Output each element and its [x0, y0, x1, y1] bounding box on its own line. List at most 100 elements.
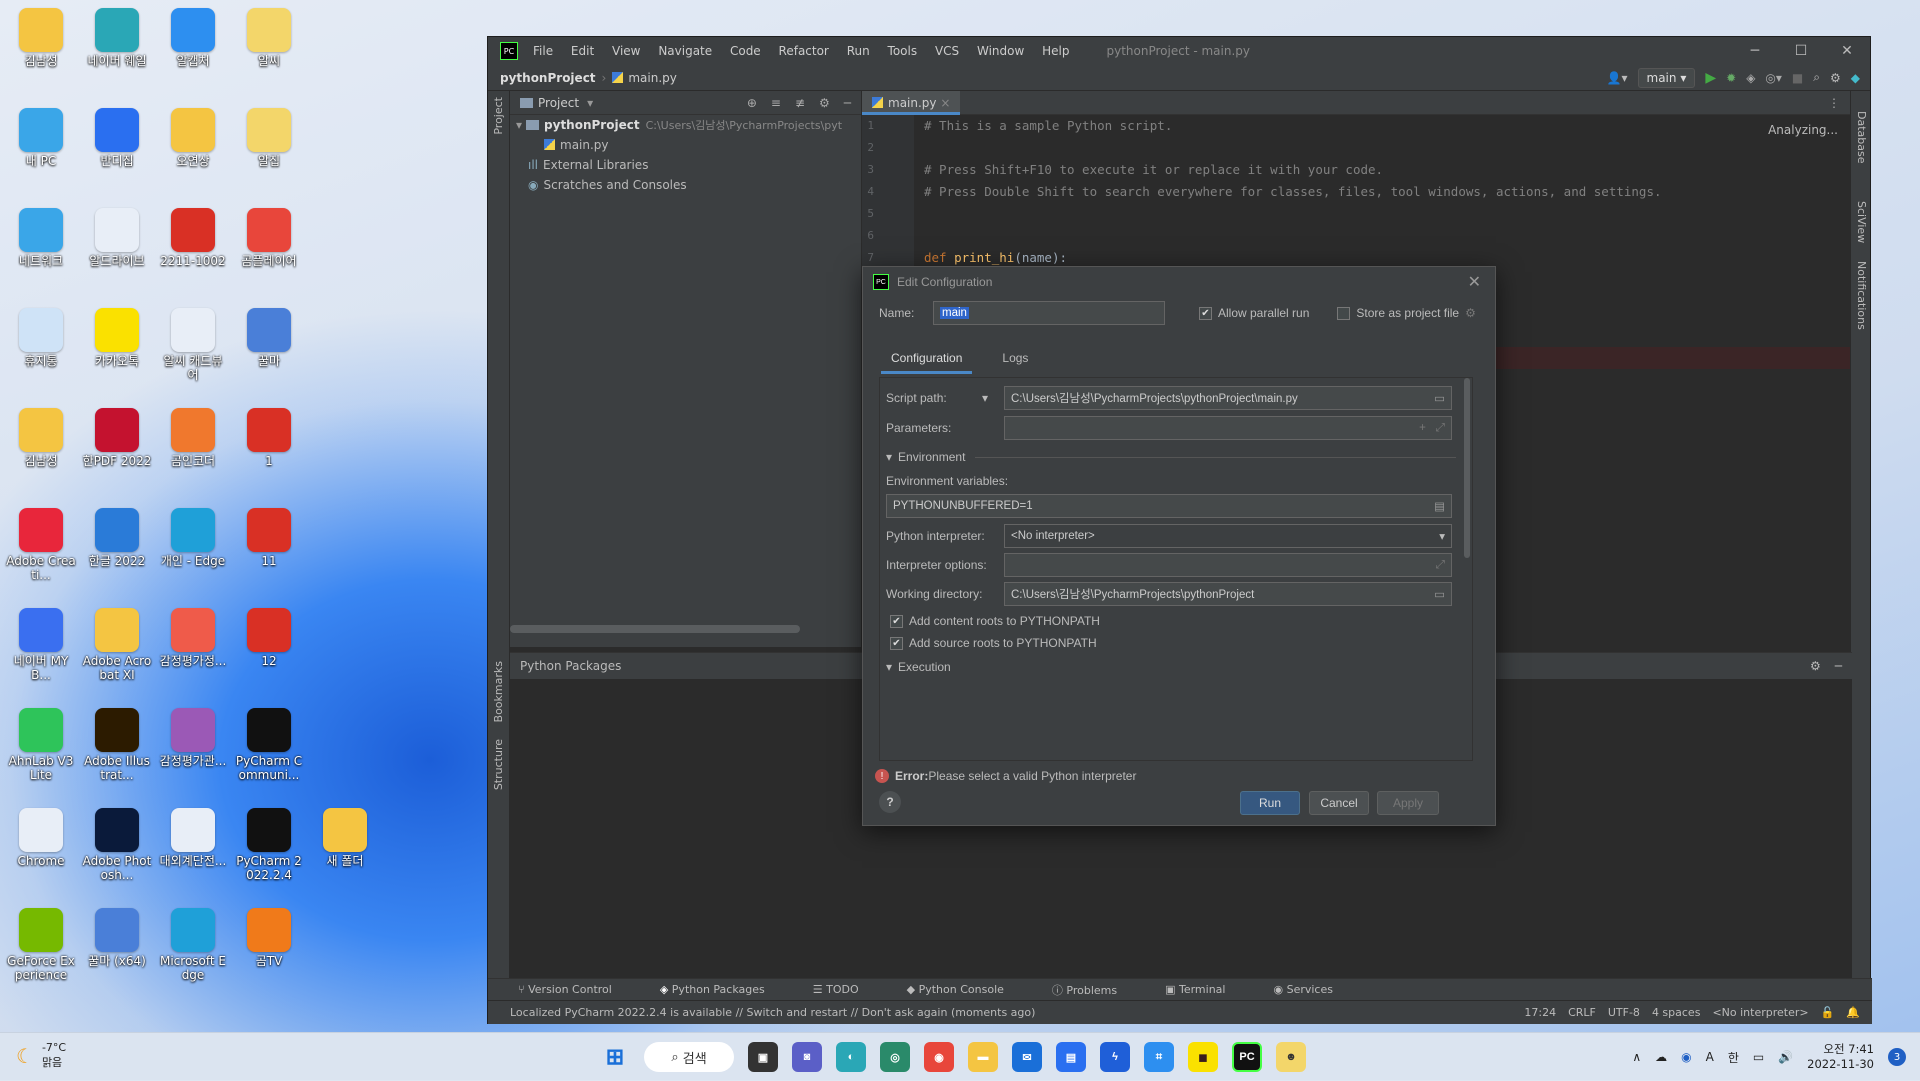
project-panel-title[interactable]: Project [538, 96, 579, 110]
status-indent[interactable]: 4 spaces [1652, 1006, 1701, 1019]
desktop-icon[interactable]: 개인 - Edge [158, 506, 228, 602]
tool-tab-problems[interactable]: ⓘ Problems [1052, 982, 1141, 998]
menu-navigate[interactable]: Navigate [658, 44, 712, 58]
desktop-icon[interactable]: 한글 2022 [82, 506, 152, 602]
stop-icon[interactable]: ■ [1792, 71, 1803, 85]
user-icon[interactable]: 👤▾ [1607, 71, 1628, 85]
execution-collapse-icon[interactable]: ▾ [886, 660, 892, 674]
ime-mode[interactable]: A [1706, 1050, 1714, 1064]
status-caret-position[interactable]: 17:24 [1524, 1006, 1556, 1019]
chevron-down-icon[interactable]: ▾ [587, 96, 593, 110]
desktop-icon[interactable]: 한PDF 2022 [82, 406, 152, 502]
menu-tools[interactable]: Tools [888, 44, 918, 58]
script-type-dropdown[interactable]: ▾ [982, 391, 1004, 405]
notepad-icon[interactable]: ▤ [1056, 1042, 1086, 1072]
desktop-icon[interactable]: 대외계단전... [158, 806, 228, 902]
run-button[interactable]: Run [1240, 791, 1300, 815]
environment-collapse-icon[interactable]: ▾ [886, 450, 892, 464]
desktop-icon[interactable]: 새 폴더 [310, 806, 380, 902]
menu-edit[interactable]: Edit [571, 44, 594, 58]
tree-external-libraries[interactable]: ıll External Libraries [510, 155, 861, 175]
breadcrumb-file[interactable]: main.py [612, 71, 677, 85]
content-roots-checkbox[interactable]: ✔ [890, 614, 903, 628]
weather-widget[interactable]: ☾ -7°C 맑음 [16, 1041, 66, 1070]
interpreter-options-input[interactable]: ⤢ [1004, 553, 1452, 577]
jetbrains-toolbox-icon[interactable]: ◆ [1851, 71, 1860, 85]
desktop-icon[interactable]: 곰플레이어 [234, 206, 304, 302]
menu-window[interactable]: Window [977, 44, 1024, 58]
minimize-button[interactable]: ─ [1732, 43, 1778, 59]
desktop-icon[interactable]: 1 [234, 406, 304, 502]
status-notifications-icon[interactable]: 🔔 [1846, 1006, 1860, 1019]
kakaotalk-icon[interactable]: ◼ [1188, 1042, 1218, 1072]
desktop-icon[interactable]: 네이버 웨일 [82, 6, 152, 102]
taskbar-search[interactable]: ⌕ 검색 [644, 1042, 734, 1072]
locate-icon[interactable]: ⊕ [747, 96, 757, 110]
status-message[interactable]: Localized PyCharm 2022.2.4 is available … [510, 1006, 1035, 1019]
tool-tab-version-control[interactable]: ⑂ Version Control [518, 983, 636, 996]
dialog-close-icon[interactable]: ✕ [1468, 272, 1481, 292]
interpreter-select[interactable]: <No interpreter> ▾ [1004, 524, 1452, 548]
edge-profile-icon[interactable]: ◎ [880, 1042, 910, 1072]
horizontal-scrollbar[interactable] [510, 625, 800, 633]
menu-file[interactable]: File [533, 44, 553, 58]
panel-settings-icon[interactable]: ⚙ [819, 96, 830, 110]
desktop-icon[interactable]: 네이버 MYB... [6, 606, 76, 702]
whale-browser-icon[interactable]: ◐ [836, 1042, 866, 1072]
start-button[interactable]: ⊞ [600, 1042, 630, 1072]
pycharm-taskbar-icon[interactable]: PC [1232, 1042, 1262, 1072]
menu-refactor[interactable]: Refactor [779, 44, 829, 58]
desktop-icon[interactable]: 2211-1002 [158, 206, 228, 302]
tool-tab-python-console[interactable]: ◆ Python Console [907, 983, 1028, 996]
close-tab-icon[interactable]: × [940, 96, 950, 110]
env-vars-input[interactable]: PYTHONUNBUFFERED=1 ▤ [886, 494, 1452, 518]
task-view-icon[interactable]: ▣ [748, 1042, 778, 1072]
tool-tab-terminal[interactable]: ▣ Terminal [1165, 983, 1249, 996]
desktop-icon[interactable]: Chrome [6, 806, 76, 902]
add-macro-icon[interactable]: + [1419, 422, 1426, 434]
tool-tab-todo[interactable]: ☰ TODO [813, 983, 883, 996]
status-encoding[interactable]: UTF-8 [1608, 1006, 1640, 1019]
coverage-icon[interactable]: ◈ [1746, 71, 1755, 85]
ime-language[interactable]: 한 [1728, 1049, 1739, 1066]
desktop-icon[interactable]: 네트워크 [6, 206, 76, 302]
alsee-icon[interactable]: ☻ [1276, 1042, 1306, 1072]
lock-icon[interactable]: 🔓 [1821, 1006, 1835, 1019]
store-project-checkbox[interactable] [1337, 306, 1351, 320]
execution-section-label[interactable]: Execution [898, 660, 951, 674]
desktop-icon[interactable]: PyCharm 2022.2.4 [234, 806, 304, 902]
desktop-icon[interactable]: GeForce Experience [6, 906, 76, 1002]
sciview-tool-tab[interactable]: SciView [1855, 201, 1868, 243]
security-icon[interactable]: ◉ [1681, 1050, 1691, 1064]
database-tool-tab[interactable]: Database [1855, 111, 1868, 164]
desktop-icon[interactable]: 11 [234, 506, 304, 602]
mail-icon[interactable]: ✉ [1012, 1042, 1042, 1072]
maximize-button[interactable]: ☐ [1778, 43, 1824, 59]
structure-tool-tab[interactable]: Structure [492, 739, 505, 790]
profile-icon[interactable]: ◎▾ [1765, 71, 1782, 85]
clock[interactable]: 오전 7:41 2022-11-30 [1807, 1042, 1874, 1072]
parameters-input[interactable]: + ⤢ [1004, 416, 1452, 440]
status-interpreter[interactable]: <No interpreter> [1712, 1006, 1808, 1019]
name-input[interactable]: main [933, 301, 1165, 325]
chrome-icon[interactable]: ◉ [924, 1042, 954, 1072]
workdir-input[interactable]: C:\Users\김남성\PycharmProjects\pythonProje… [1004, 582, 1452, 606]
desktop-icon[interactable]: PyCharm Communi... [234, 706, 304, 802]
desktop-icon[interactable]: Adobe Creati... [6, 506, 76, 602]
desktop-icon[interactable]: 꿀마 [234, 306, 304, 402]
desktop-icon[interactable]: 휴지통 [6, 306, 76, 402]
code-content[interactable]: # This is a sample Python script. # Pres… [924, 115, 1830, 269]
environment-section-label[interactable]: Environment [898, 450, 965, 464]
desktop-icon[interactable]: Adobe Illustrat... [82, 706, 152, 802]
notification-badge[interactable]: 3 [1888, 1048, 1906, 1066]
cancel-button[interactable]: Cancel [1309, 791, 1369, 815]
chevron-down-icon[interactable]: ▾ [1439, 529, 1445, 543]
teams-chat-icon[interactable]: ◙ [792, 1042, 822, 1072]
collapse-all-icon[interactable]: ≢ [795, 96, 805, 110]
menu-run[interactable]: Run [847, 44, 870, 58]
desktop-icon[interactable]: 꿀마 (x64) [82, 906, 152, 1002]
form-scrollbar[interactable] [1464, 378, 1470, 558]
hide-panel-icon[interactable]: ─ [844, 96, 851, 110]
source-roots-checkbox[interactable]: ✔ [890, 636, 903, 650]
tool-tab-services[interactable]: ◉ Services [1273, 983, 1357, 996]
